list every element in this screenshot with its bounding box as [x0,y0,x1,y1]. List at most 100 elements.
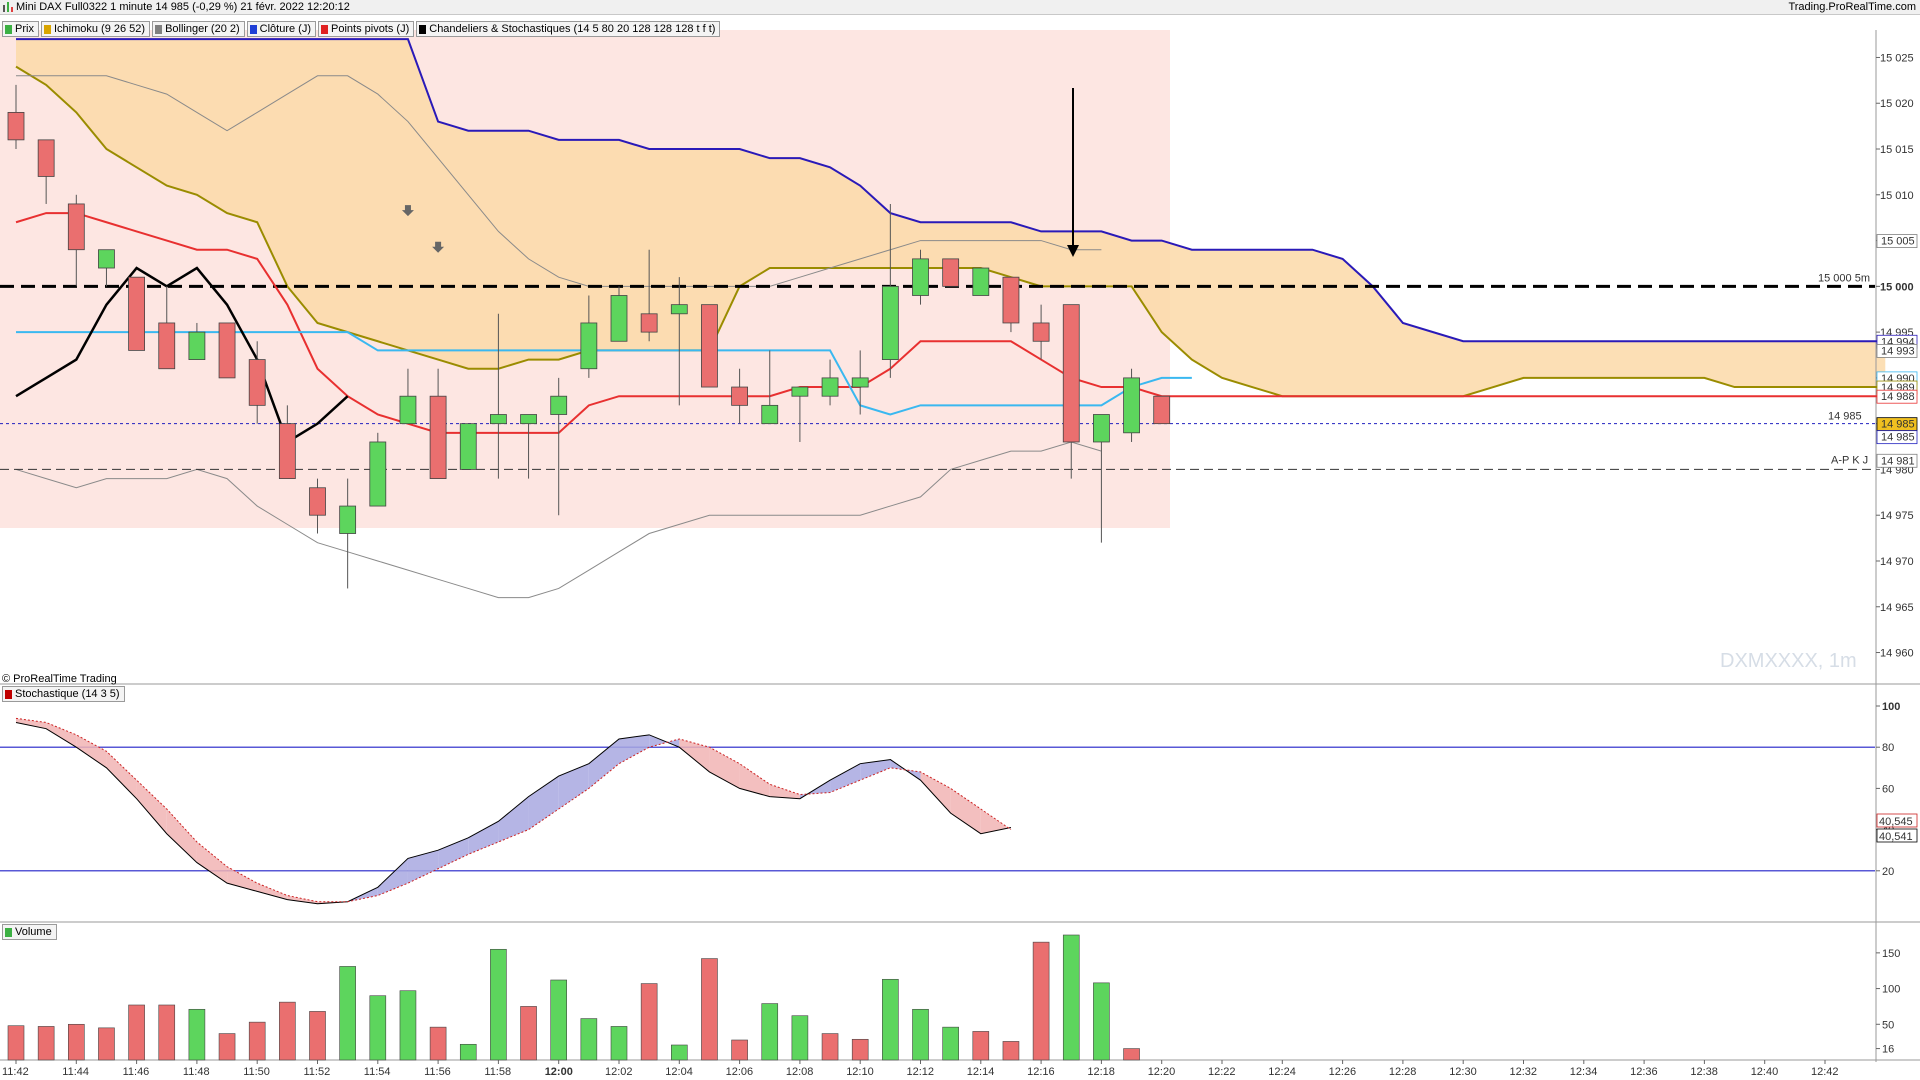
volume-bar [972,1031,990,1061]
x-tick-label: 12:04 [665,1066,693,1078]
candle-body [369,441,387,507]
x-tick-label: 12:22 [1208,1066,1236,1078]
volume-bar [580,1018,598,1061]
stochastic-value-label: 40,541 [1879,831,1913,843]
x-tick-label: 12:42 [1811,1066,1839,1078]
candle-body [881,285,899,360]
x-tick-label: 12:38 [1690,1066,1718,1078]
x-tick-label: 12:06 [726,1066,754,1078]
stochastic-fill [257,883,288,900]
indicator-label: Points pivots (J) [331,23,410,35]
volume-bar [128,1004,145,1061]
indicator-label: Prix [15,23,34,35]
x-tick-label: 12:18 [1087,1066,1115,1078]
stochastic-fill [558,763,589,809]
candle-body [248,359,266,406]
volume-bar [158,1004,176,1061]
indicator-chip[interactable]: Points pivots (J) [318,21,415,37]
indicator-chip[interactable]: Bollinger (20 2) [152,21,245,37]
volume-bar [761,1003,779,1061]
stochastic-fill [46,722,77,748]
indicator-chip[interactable]: Chandeliers & Stochastiques (14 5 80 20 … [416,21,721,37]
x-tick-label: 11:58 [484,1066,511,1078]
candle-body [640,313,658,333]
candle-body [912,258,929,296]
candle-body [339,505,357,534]
x-tick-label: 12:20 [1148,1066,1176,1078]
candle-body [1062,304,1080,443]
stochastic-fill [407,850,439,884]
volume-bar [68,1023,85,1061]
indicator-chip[interactable]: Prix [2,21,39,37]
level-apkj-label: A-P K J [1831,454,1868,466]
indicator-swatch [419,24,427,34]
indicator-swatch [5,24,12,34]
y-tick-label: 15 020 [1880,98,1914,110]
candle-body [1123,377,1140,434]
stochastic-fill [709,747,740,789]
stochastic-swatch [5,689,12,699]
volume-bar [399,990,417,1061]
volume-bar [429,1026,447,1061]
volume-bar [851,1038,869,1061]
volume-swatch [5,927,12,937]
stochastic-fill [196,841,228,884]
x-tick-label: 12:24 [1268,1066,1296,1078]
stochastic-fill [498,796,529,842]
volume-tick-label: 50 [1882,1019,1894,1031]
x-tick-label: 11:50 [243,1066,270,1078]
volume-bar [1093,982,1110,1061]
y-tick-label: 14 975 [1880,510,1914,522]
indicator-swatch [155,24,163,34]
y-tick-label: 15 010 [1880,190,1914,202]
x-tick-label: 12:02 [605,1066,633,1078]
volume-bar [459,1043,477,1061]
volume-bar [701,958,718,1061]
stochastic-chip[interactable]: Stochastique (14 3 5) [2,686,125,702]
volume-bar [1062,934,1080,1061]
candle-body [1002,276,1020,324]
volume-tick-label: 100 [1882,984,1900,996]
volume-bar [731,1039,748,1061]
x-tick-label: 11:42 [2,1066,29,1078]
y-tick-label: 15 025 [1880,52,1914,64]
stochastic-fill [106,751,137,799]
indicator-label: Clôture (J) [259,23,311,35]
x-tick-label: 12:30 [1449,1066,1477,1078]
credit-text: © ProRealTime Trading [2,673,117,685]
y-tick-label: 15 015 [1880,144,1914,156]
candle-body [309,487,326,516]
candle-body [821,377,839,397]
stochastic-fill [377,858,408,896]
stochastic-value-label: 40,545 [1879,816,1913,828]
candle-body [459,423,477,470]
x-tick-label: 12:10 [846,1066,874,1078]
indicator-chip[interactable]: Ichimoku (9 26 52) [40,21,151,37]
volume-tick-label: 16 [1882,1044,1894,1056]
candle-body [429,395,447,479]
volume-bar [98,1027,115,1061]
candle-body [218,322,236,379]
price-tag-label: 14 985 [1881,419,1915,431]
x-tick-label: 11:48 [183,1066,210,1078]
stochastic-fill [588,738,619,789]
x-tick-label: 11:56 [424,1066,451,1078]
y-tick-label: 14 970 [1880,556,1914,568]
volume-bar [279,1001,296,1061]
level-15000-label: 15 000 5m [1818,272,1870,284]
x-tick-label: 12:16 [1027,1066,1055,1078]
price-tag-label: 14 985 [1881,432,1915,444]
candle-body [128,276,146,351]
x-tick-label: 12:26 [1329,1066,1357,1078]
volume-bar [188,1008,206,1061]
stochastic-tick-label: 60 [1882,783,1894,795]
x-tick-label: 11:44 [62,1066,89,1078]
volume-bar [1032,941,1050,1061]
chart-area[interactable]: 14 96014 96514 97014 97514 98014 98514 9… [0,0,1920,1080]
candle-body [761,404,779,425]
y-tick-label: 14 960 [1880,648,1914,660]
x-tick-label: 12:14 [967,1066,995,1078]
stochastic-tick-label: 80 [1882,742,1894,754]
indicator-chip[interactable]: Clôture (J) [246,21,316,37]
volume-chip[interactable]: Volume [2,924,57,940]
